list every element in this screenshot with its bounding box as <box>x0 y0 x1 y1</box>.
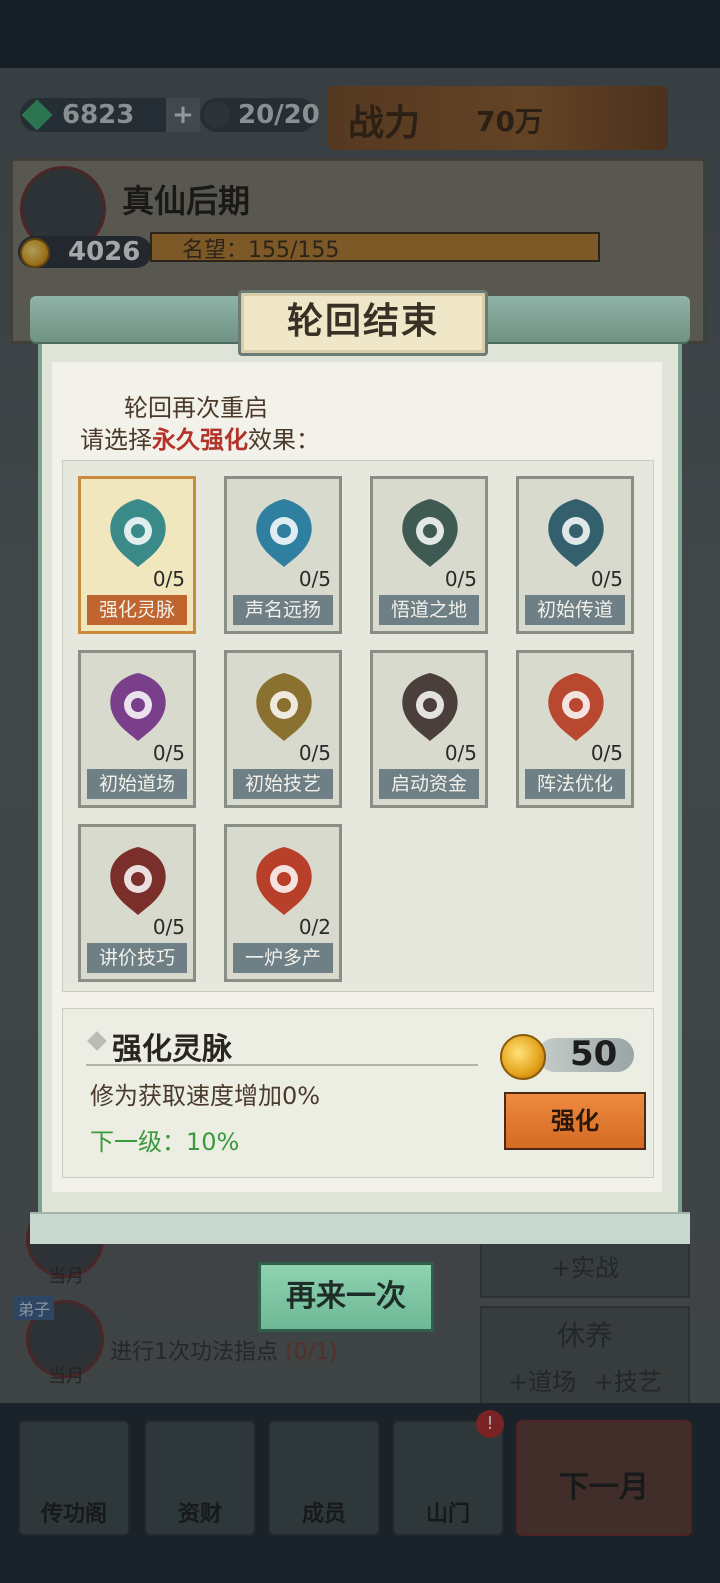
upgrade-card[interactable]: 0/5 初始道场 <box>78 650 196 808</box>
upgrade-card[interactable]: 0/5 初始传道 <box>516 476 634 634</box>
card-label: 启动资金 <box>379 769 479 799</box>
card-level: 0/5 <box>152 567 185 591</box>
detail-description: 修为获取速度增加0% <box>90 1082 321 1110</box>
yin-yang-icon <box>402 499 458 567</box>
craft-icon <box>256 673 312 741</box>
upgrade-card[interactable]: 0/5 讲价技巧 <box>78 824 196 982</box>
upgrade-card[interactable]: 0/5 悟道之地 <box>370 476 488 634</box>
card-level: 0/5 <box>152 741 185 765</box>
upgrade-card[interactable]: 0/5 声名远扬 <box>224 476 342 634</box>
card-level: 0/5 <box>590 567 623 591</box>
card-level: 0/5 <box>590 741 623 765</box>
hint-line-2: 请选择永久强化效果： <box>80 426 320 454</box>
formation-icon <box>548 673 604 741</box>
upgrade-card[interactable]: 0/5 启动资金 <box>370 650 488 808</box>
card-level: 0/5 <box>152 915 185 939</box>
furnace-icon <box>256 847 312 915</box>
card-label: 讲价技巧 <box>87 943 187 973</box>
upgrade-card[interactable]: 0/5 初始技艺 <box>224 650 342 808</box>
bargain-icon <box>110 847 166 915</box>
card-label: 阵法优化 <box>525 769 625 799</box>
scroll-roller-bottom <box>30 1212 690 1244</box>
funds-icon <box>402 673 458 741</box>
teaching-icon <box>548 499 604 567</box>
upgrade-button[interactable]: 强化 <box>504 1092 646 1150</box>
dojo-icon <box>110 673 166 741</box>
hint-highlight: 永久强化 <box>152 426 248 454</box>
card-label: 悟道之地 <box>379 595 479 625</box>
dialog-title: 轮回结束 <box>286 301 439 342</box>
card-level: 0/5 <box>444 567 477 591</box>
card-level: 0/5 <box>298 741 331 765</box>
card-label: 强化灵脉 <box>87 595 187 625</box>
reputation-icon <box>256 499 312 567</box>
detail-name: 强化灵脉 <box>112 1032 232 1067</box>
card-level: 0/5 <box>298 567 331 591</box>
cost-coin-icon <box>500 1034 546 1080</box>
card-label: 声名远扬 <box>233 595 333 625</box>
upgrade-card[interactable]: 0/5 强化灵脉 <box>78 476 196 634</box>
hint-line-1: 轮回再次重启 <box>124 394 268 422</box>
card-level: 0/2 <box>298 915 331 939</box>
detail-next-level: 下一级：10% <box>90 1128 240 1156</box>
card-label: 初始传道 <box>525 595 625 625</box>
card-label: 初始道场 <box>87 769 187 799</box>
card-label: 初始技艺 <box>233 769 333 799</box>
detail-divider <box>86 1064 478 1066</box>
card-level: 0/5 <box>444 741 477 765</box>
upgrade-card[interactable]: 0/5 阵法优化 <box>516 650 634 808</box>
spirit-vein-icon <box>110 499 166 567</box>
card-label: 一炉多产 <box>233 943 333 973</box>
cost-value: 50 <box>570 1034 618 1074</box>
upgrade-card[interactable]: 0/2 一炉多产 <box>224 824 342 982</box>
dialog-title-plaque: 轮回结束 <box>238 290 488 356</box>
play-again-button[interactable]: 再来一次 <box>258 1262 434 1332</box>
